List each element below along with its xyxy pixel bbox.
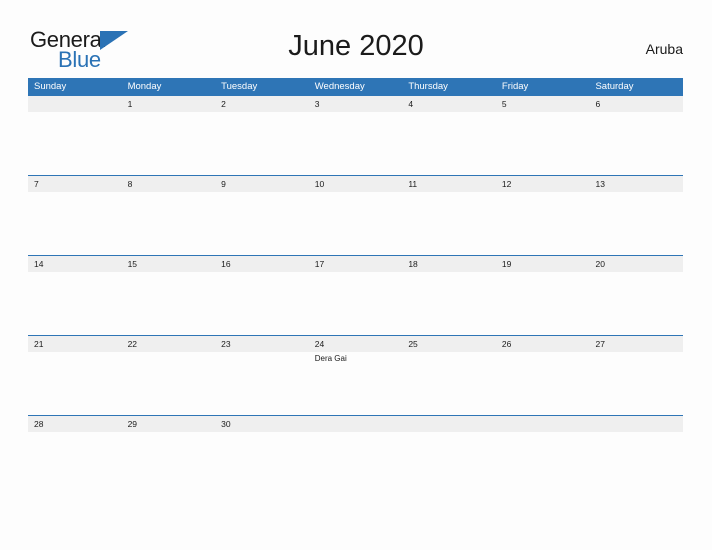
date-number[interactable]: 26	[496, 336, 590, 352]
day-cell[interactable]	[28, 112, 122, 175]
day-cell[interactable]	[122, 192, 216, 255]
date-number[interactable]: 3	[309, 96, 403, 112]
date-number[interactable]	[309, 416, 403, 432]
week-event-band	[28, 432, 683, 472]
region-label: Aruba	[645, 41, 683, 57]
date-number[interactable]	[496, 416, 590, 432]
date-number[interactable]: 4	[402, 96, 496, 112]
day-cell[interactable]	[28, 432, 122, 472]
date-number[interactable]: 25	[402, 336, 496, 352]
date-number[interactable]: 14	[28, 256, 122, 272]
date-number[interactable]	[589, 416, 683, 432]
day-cell[interactable]	[215, 192, 309, 255]
day-cell[interactable]	[309, 432, 403, 472]
calendar-week-row: 1 2 3 4 5 6	[28, 95, 683, 175]
day-of-week-header: Sunday Monday Tuesday Wednesday Thursday…	[28, 78, 683, 95]
week-date-band: 14 15 16 17 18 19 20	[28, 255, 683, 272]
day-cell[interactable]	[402, 272, 496, 335]
day-cell[interactable]	[402, 112, 496, 175]
day-cell[interactable]	[215, 352, 309, 415]
date-number[interactable]: 30	[215, 416, 309, 432]
week-event-band: Dera Gai	[28, 352, 683, 415]
day-cell[interactable]	[496, 192, 590, 255]
day-cell[interactable]	[122, 272, 216, 335]
dow-tuesday: Tuesday	[221, 81, 258, 92]
day-cell[interactable]	[496, 112, 590, 175]
dow-friday: Friday	[501, 81, 529, 92]
dow-monday: Monday	[127, 81, 162, 92]
day-cell[interactable]	[215, 112, 309, 175]
date-number[interactable]: 5	[496, 96, 590, 112]
date-number[interactable]: 10	[309, 176, 403, 192]
date-number[interactable]: 21	[28, 336, 122, 352]
calendar-week-row: 14 15 16 17 18 19 20	[28, 255, 683, 335]
day-cell[interactable]	[309, 112, 403, 175]
week-event-band	[28, 272, 683, 335]
date-number[interactable]: 29	[122, 416, 216, 432]
date-number[interactable]: 16	[215, 256, 309, 272]
date-number[interactable]: 27	[589, 336, 683, 352]
page-title: June 2020	[288, 30, 424, 62]
date-number[interactable]: 18	[402, 256, 496, 272]
week-event-band	[28, 112, 683, 175]
week-date-band: 7 8 9 10 11 12 13	[28, 175, 683, 192]
date-number[interactable]: 9	[215, 176, 309, 192]
event-label: Dera Gai	[314, 354, 347, 363]
date-number[interactable]: 24	[309, 336, 403, 352]
date-number[interactable]: 23	[215, 336, 309, 352]
date-number[interactable]	[402, 416, 496, 432]
week-date-band: 1 2 3 4 5 6	[28, 95, 683, 112]
calendar-week-row: 28 29 30	[28, 415, 683, 472]
day-cell[interactable]	[122, 352, 216, 415]
day-cell[interactable]	[402, 192, 496, 255]
week-event-band	[28, 192, 683, 255]
day-cell[interactable]	[496, 352, 590, 415]
day-cell[interactable]	[309, 192, 403, 255]
day-cell[interactable]	[402, 352, 496, 415]
calendar-week-row: 21 22 23 24 25 26 27 Dera Gai	[28, 335, 683, 415]
date-number[interactable]: 19	[496, 256, 590, 272]
date-number[interactable]: 13	[589, 176, 683, 192]
page-header: General Blue June 2020 Aruba	[0, 0, 712, 78]
day-cell[interactable]: Dera Gai	[309, 352, 403, 415]
calendar-grid: Sunday Monday Tuesday Wednesday Thursday…	[28, 78, 683, 472]
date-number[interactable]: 2	[215, 96, 309, 112]
calendar-week-row: 7 8 9 10 11 12 13	[28, 175, 683, 255]
day-cell[interactable]	[589, 112, 683, 175]
date-number[interactable]: 11	[402, 176, 496, 192]
calendar-page: General Blue June 2020 Aruba Sunday Mond…	[0, 0, 712, 550]
day-cell[interactable]	[309, 272, 403, 335]
day-cell[interactable]	[122, 112, 216, 175]
date-number[interactable]: 22	[122, 336, 216, 352]
date-number[interactable]: 8	[122, 176, 216, 192]
day-cell[interactable]	[215, 432, 309, 472]
day-cell[interactable]	[28, 352, 122, 415]
day-cell[interactable]	[28, 192, 122, 255]
dow-saturday: Saturday	[595, 81, 634, 92]
day-cell[interactable]	[589, 352, 683, 415]
week-date-band: 28 29 30	[28, 415, 683, 432]
date-number[interactable]: 17	[309, 256, 403, 272]
date-number[interactable]	[28, 96, 122, 112]
day-cell[interactable]	[589, 192, 683, 255]
dow-thursday: Thursday	[408, 81, 448, 92]
date-number[interactable]: 7	[28, 176, 122, 192]
date-number[interactable]: 12	[496, 176, 590, 192]
date-number[interactable]: 28	[28, 416, 122, 432]
day-cell[interactable]	[589, 272, 683, 335]
day-cell[interactable]	[496, 272, 590, 335]
date-number[interactable]: 6	[589, 96, 683, 112]
dow-wednesday: Wednesday	[314, 81, 365, 92]
date-number[interactable]: 15	[122, 256, 216, 272]
day-cell[interactable]	[589, 432, 683, 472]
day-cell[interactable]	[402, 432, 496, 472]
day-cell[interactable]	[496, 432, 590, 472]
day-cell[interactable]	[122, 432, 216, 472]
day-cell[interactable]	[215, 272, 309, 335]
day-cell[interactable]	[28, 272, 122, 335]
date-number[interactable]: 1	[122, 96, 216, 112]
week-date-band: 21 22 23 24 25 26 27	[28, 335, 683, 352]
date-number[interactable]: 20	[589, 256, 683, 272]
dow-sunday: Sunday	[34, 81, 67, 92]
